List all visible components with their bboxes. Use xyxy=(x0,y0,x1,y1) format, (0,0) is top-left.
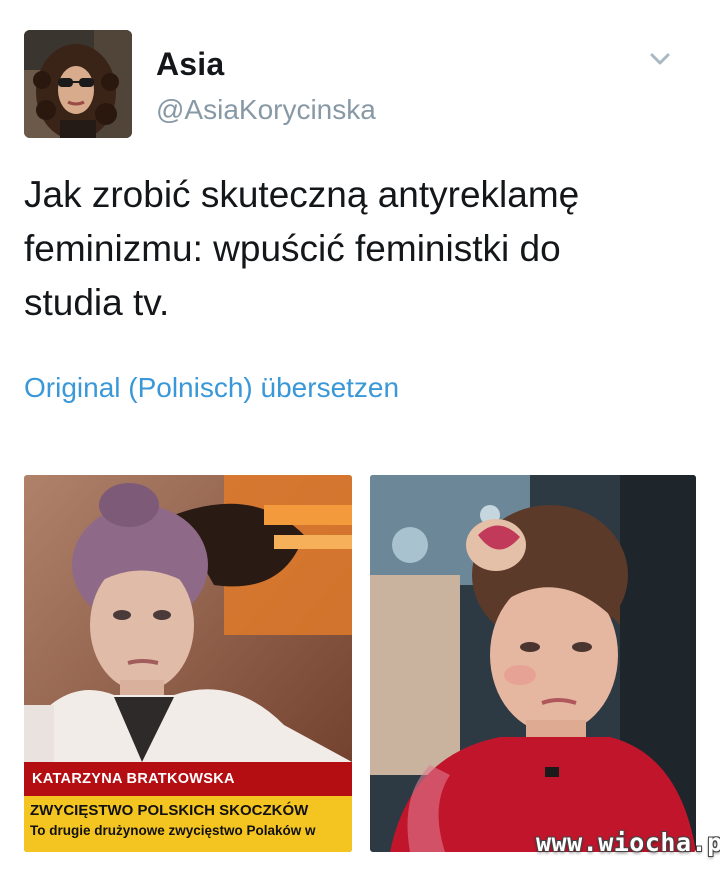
tweet-text: Jak zrobić skuteczną antyreklamę feminiz… xyxy=(24,174,580,323)
tv-news-ticker: ZWYCIĘSTWO POLSKICH SKOCZKÓW To drugie d… xyxy=(24,796,352,852)
tweet-card: Asia @AsiaKorycinska Jak zrobić skuteczn… xyxy=(0,0,720,871)
avatar[interactable] xyxy=(24,30,132,138)
watermark: www.wiocha.pl xyxy=(536,828,720,857)
media-image-right[interactable] xyxy=(370,475,696,852)
author-handle[interactable]: @AsiaKorycinska xyxy=(156,94,376,126)
chevron-down-icon[interactable] xyxy=(646,48,674,72)
tv-name-caption: KATARZYNA BRATKOWSKA xyxy=(24,762,352,796)
media-image-left[interactable]: KATARZYNA BRATKOWSKA ZWYCIĘSTWO POLSKICH… xyxy=(24,475,352,852)
author-display-name[interactable]: Asia xyxy=(156,46,224,83)
ticker-subline: To drugie drużynowe zwycięstwo Polaków w xyxy=(30,823,316,838)
translate-link[interactable]: Original (Polnisch) übersetzen xyxy=(24,372,399,404)
ticker-headline: ZWYCIĘSTWO POLSKICH SKOCZKÓW xyxy=(30,802,309,819)
tv-studio-photo xyxy=(370,475,696,852)
avatar-photo xyxy=(24,30,132,138)
